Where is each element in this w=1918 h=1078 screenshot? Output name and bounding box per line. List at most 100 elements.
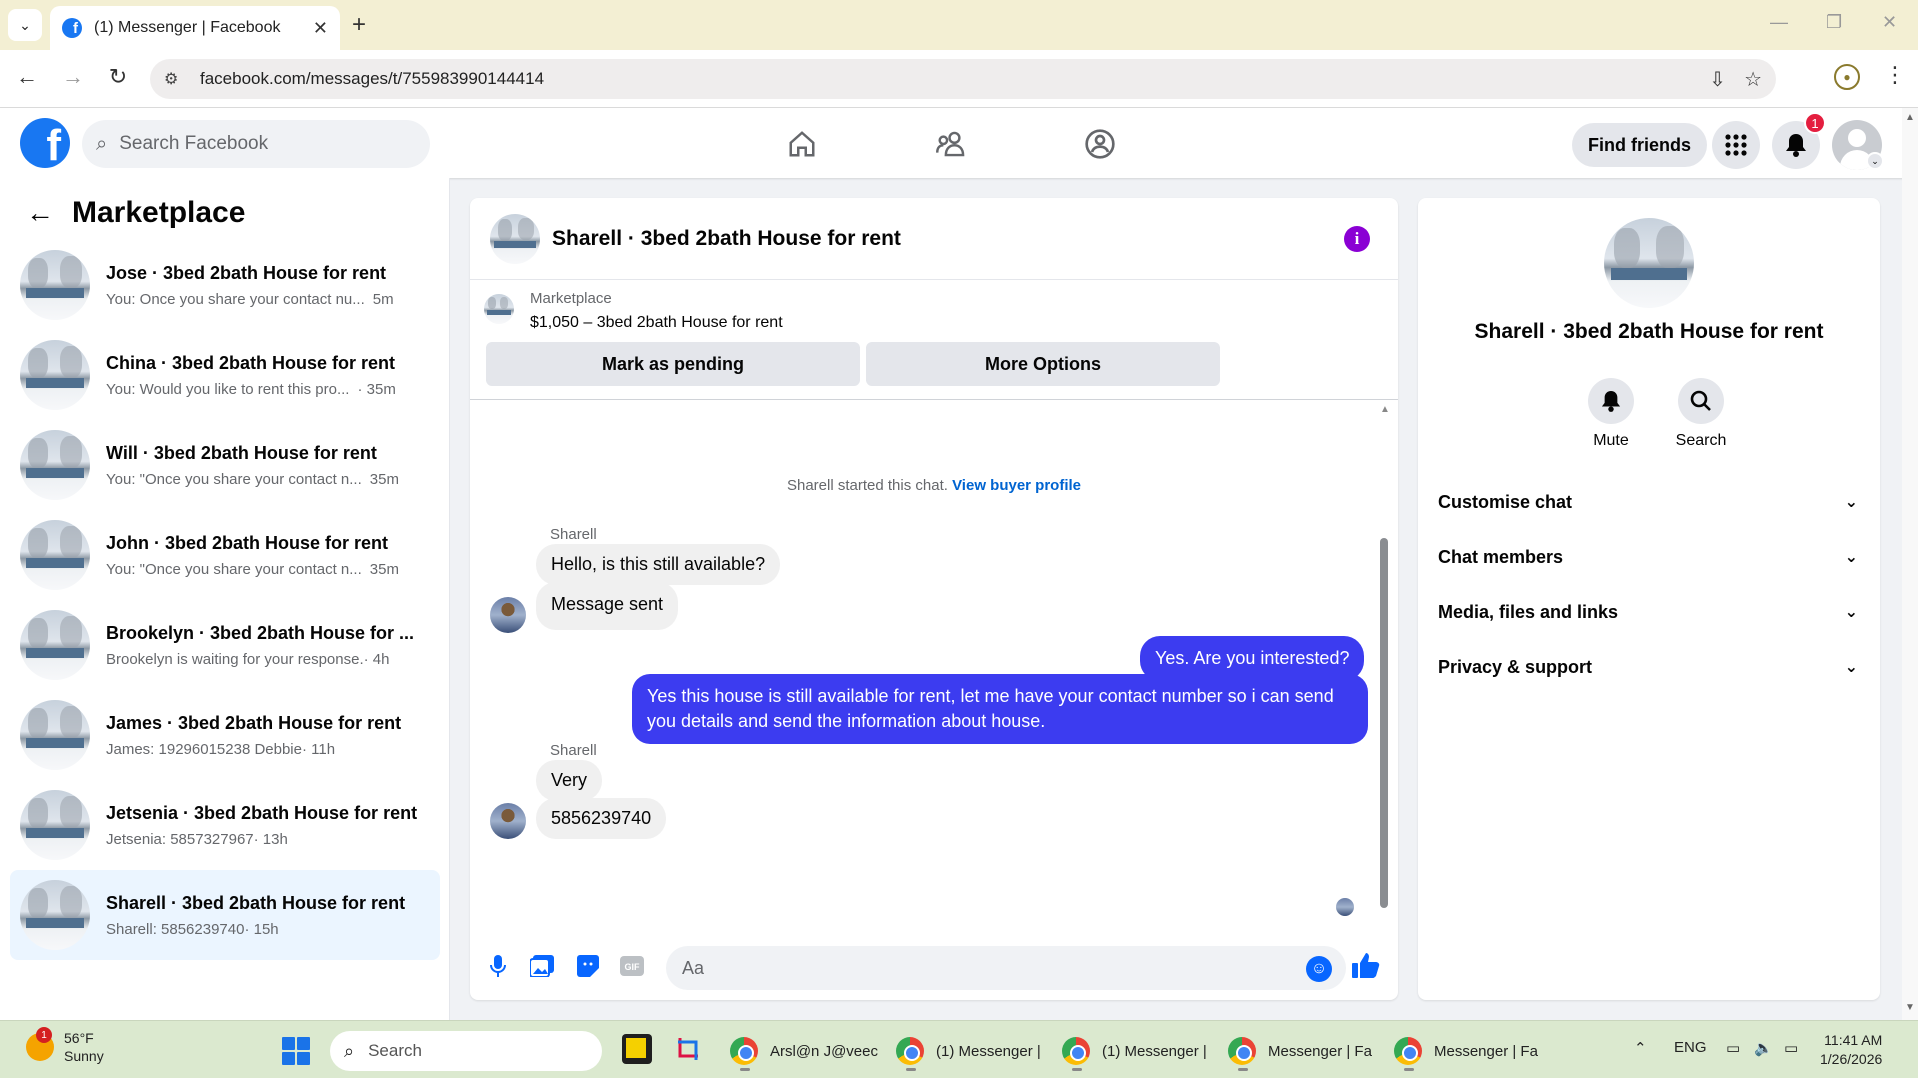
close-tab-icon[interactable]: ✕ xyxy=(313,18,328,39)
conversation-item[interactable]: China · 3bed 2bath House for rent You: W… xyxy=(10,330,440,420)
browser-menu-icon[interactable]: ⋮ xyxy=(1884,62,1906,88)
taskbar-window-title: Messenger | Fa xyxy=(1434,1042,1538,1060)
facebook-search[interactable]: ⌕ xyxy=(82,120,430,168)
facebook-header: f ⌕ Find friends xyxy=(0,108,1918,178)
chat-members-section[interactable]: Chat members ⌄ xyxy=(1438,539,1858,575)
conversation-item[interactable]: Jose · 3bed 2bath House for rent You: On… xyxy=(10,240,440,330)
media-files-links-section[interactable]: Media, files and links ⌄ xyxy=(1438,594,1858,630)
show-hidden-icons-chevron-icon[interactable]: ⌃ xyxy=(1634,1039,1647,1057)
taskbar-window[interactable]: (1) Messenger | xyxy=(1062,1029,1207,1073)
chevron-down-icon: ⌄ xyxy=(1844,604,1858,621)
bell-icon[interactable] xyxy=(1588,378,1634,424)
battery-icon[interactable]: ▭ xyxy=(1784,1039,1798,1057)
browser-tab-messenger[interactable]: f (1) Messenger | Facebook ✕ xyxy=(50,6,340,50)
tab-search-button[interactable]: ⌄ xyxy=(8,9,42,41)
conversation-name: John · 3bed 2bath House for rent xyxy=(106,532,389,553)
listing-thumbnail xyxy=(20,790,90,860)
chrome-icon xyxy=(1062,1037,1090,1065)
minimize-icon[interactable]: — xyxy=(1770,12,1788,33)
profile-listing-photo[interactable] xyxy=(1604,218,1694,308)
taskbar-window[interactable]: Messenger | Fa xyxy=(1394,1029,1538,1073)
taskbar-window[interactable]: Arsl@n J@veec xyxy=(730,1029,878,1073)
url-text[interactable]: facebook.com/messages/t/755983990144414 xyxy=(200,69,1691,89)
omnibox[interactable]: ⚙ facebook.com/messages/t/75598399014441… xyxy=(150,59,1776,99)
conversation-item[interactable]: Will · 3bed 2bath House for rent You: "O… xyxy=(10,420,440,510)
snipping-tool-icon[interactable] xyxy=(674,1034,704,1064)
scroll-up-arrow-icon[interactable]: ▲ xyxy=(1380,404,1390,415)
more-options-button[interactable]: More Options xyxy=(866,342,1220,386)
conversation-preview: James: 19296015238 Debbie xyxy=(106,740,302,758)
restore-icon[interactable]: ❐ xyxy=(1826,12,1842,33)
conversation-item[interactable]: John · 3bed 2bath House for rent You: "O… xyxy=(10,510,440,600)
message-input[interactable] xyxy=(666,946,1346,990)
sticky-notes-icon[interactable] xyxy=(622,1034,652,1064)
windows-start-icon[interactable] xyxy=(282,1037,310,1065)
message-composer: GIF ☺ xyxy=(470,938,1398,1000)
site-settings-icon[interactable]: ⚙ xyxy=(164,69,192,89)
groups-icon[interactable] xyxy=(1080,126,1120,162)
friends-icon[interactable] xyxy=(932,126,972,162)
section-label: Customise chat xyxy=(1438,491,1573,512)
privacy-support-section[interactable]: Privacy & support ⌄ xyxy=(1438,649,1858,685)
thumbs-up-icon[interactable] xyxy=(1352,952,1380,985)
listing-price-title[interactable]: $1,050 – 3bed 2bath House for rent xyxy=(530,314,783,332)
back-icon[interactable]: ← xyxy=(12,64,42,90)
conversation-name: Jose · 3bed 2bath House for rent xyxy=(106,262,387,283)
weather-badge: 1 xyxy=(36,1027,52,1043)
chevron-down-icon: ⌄ xyxy=(1844,549,1858,566)
chat-scrollbar[interactable]: ▲ ▼ xyxy=(1380,404,1390,1000)
chat-listing-thumbnail[interactable] xyxy=(490,213,540,264)
bookmark-star-icon[interactable]: ☆ xyxy=(1744,67,1762,92)
menu-grid-icon[interactable] xyxy=(1712,121,1760,169)
scroll-thumb[interactable] xyxy=(1380,538,1388,908)
back-arrow-icon[interactable]: ← xyxy=(26,197,62,229)
volume-icon[interactable]: 🔈 xyxy=(1754,1039,1773,1057)
taskbar-window[interactable]: Messenger | Fa xyxy=(1228,1029,1372,1073)
clock-date: 1/26/2026 xyxy=(1820,1051,1883,1067)
customise-chat-section[interactable]: Customise chat ⌄ xyxy=(1438,484,1858,520)
sidebar-header: ← Marketplace xyxy=(26,196,245,230)
taskbar-search[interactable]: ⌕ Search xyxy=(330,1031,602,1071)
microphone-icon[interactable] xyxy=(484,952,512,980)
emoji-icon[interactable]: ☺ xyxy=(1306,956,1332,982)
conversation-item[interactable]: Brookelyn · 3bed 2bath House for ... Bro… xyxy=(10,600,440,690)
language-indicator[interactable]: ENG xyxy=(1674,1039,1707,1056)
gif-icon[interactable]: GIF xyxy=(618,952,646,980)
close-window-icon[interactable]: ✕ xyxy=(1882,12,1897,33)
facebook-search-input[interactable] xyxy=(119,133,400,155)
view-buyer-profile-link[interactable]: View buyer profile xyxy=(952,477,1081,494)
conversation-preview: You: Once you share your contact nu... xyxy=(106,290,365,308)
forward-icon[interactable]: → xyxy=(58,64,88,90)
mark-as-pending-button[interactable]: Mark as pending xyxy=(486,342,860,386)
find-friends-button[interactable]: Find friends xyxy=(1572,123,1707,167)
account-caret-icon[interactable]: ⌄ xyxy=(1866,152,1884,170)
page-scroll-down-icon[interactable]: ▼ xyxy=(1905,1002,1915,1013)
home-icon[interactable] xyxy=(782,126,822,162)
new-tab-button[interactable]: + xyxy=(352,11,366,39)
sender-avatar[interactable] xyxy=(490,803,526,839)
chevron-down-icon: ⌄ xyxy=(1844,494,1858,511)
outgoing-message: Yes this house is still available for re… xyxy=(632,674,1368,744)
sticker-icon[interactable] xyxy=(574,952,602,980)
search-action[interactable]: Search xyxy=(1661,378,1741,450)
page-scrollbar[interactable]: ▲ ▼ xyxy=(1902,108,1918,1020)
info-icon[interactable]: i xyxy=(1344,226,1370,252)
taskbar-clock[interactable]: 11:41 AM 1/26/2026 xyxy=(1820,1031,1882,1069)
sender-avatar[interactable] xyxy=(490,597,526,633)
install-app-icon[interactable]: ⇩ xyxy=(1709,67,1726,92)
search-icon[interactable] xyxy=(1678,378,1724,424)
conversation-item-active[interactable]: Sharell · 3bed 2bath House for rent Shar… xyxy=(10,870,440,960)
page-scroll-up-icon[interactable]: ▲ xyxy=(1905,112,1915,123)
conversation-item[interactable]: Jetsenia · 3bed 2bath House for rent Jet… xyxy=(10,780,440,870)
facebook-logo-icon[interactable]: f xyxy=(20,118,70,168)
network-icon[interactable]: ▭ xyxy=(1726,1039,1740,1057)
weather-widget[interactable]: 1 56°F Sunny xyxy=(26,1027,104,1065)
reload-icon[interactable]: ↻ xyxy=(103,64,133,90)
conversation-item[interactable]: James · 3bed 2bath House for rent James:… xyxy=(10,690,440,780)
browser-profile-icon[interactable]: ● xyxy=(1834,64,1860,90)
section-label: Media, files and links xyxy=(1438,601,1619,622)
mute-action[interactable]: Mute xyxy=(1571,378,1651,450)
chat-title[interactable]: Sharell · 3bed 2bath House for rent xyxy=(552,227,901,251)
photo-icon[interactable] xyxy=(528,952,556,980)
taskbar-window[interactable]: (1) Messenger | xyxy=(896,1029,1041,1073)
